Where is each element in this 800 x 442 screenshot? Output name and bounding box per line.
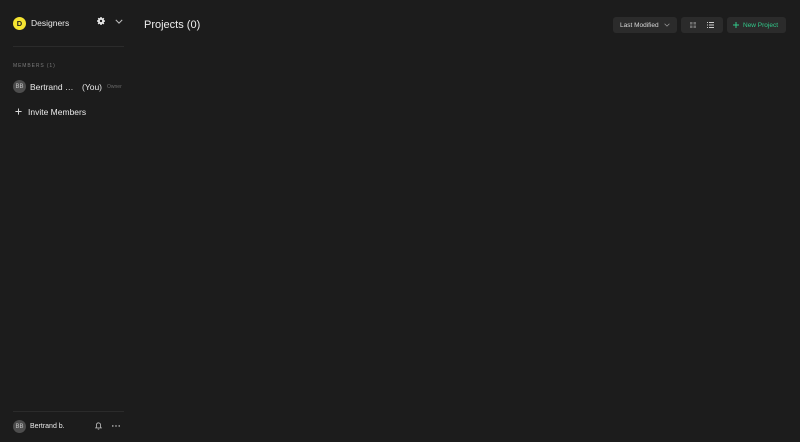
member-row[interactable]: BB Bertrand br... (You) Owner xyxy=(13,80,125,93)
chevron-down-icon[interactable] xyxy=(115,18,123,25)
sort-dropdown[interactable]: Last Modified xyxy=(613,17,677,33)
new-project-label: New Project xyxy=(743,21,779,29)
members-section-label: MEMBERS (1) xyxy=(13,63,56,69)
sidebar-divider xyxy=(13,46,124,47)
gear-icon[interactable] xyxy=(97,17,105,25)
more-dots-icon[interactable] xyxy=(112,425,120,427)
team-name: Designers xyxy=(31,18,70,28)
page-title: Projects (0) xyxy=(144,19,201,31)
current-user-name: Bertrand b. xyxy=(30,423,65,430)
invite-members-label: Invite Members xyxy=(28,106,87,117)
grid-view-icon[interactable] xyxy=(690,22,696,28)
invite-members-button[interactable]: Invite Members xyxy=(15,106,86,117)
list-view-icon[interactable] xyxy=(707,22,714,28)
sidebar: D Designers MEMBERS (1) BB Bertrand br..… xyxy=(0,0,132,442)
view-toggle xyxy=(681,17,723,33)
team-switcher[interactable]: D Designers xyxy=(13,16,125,30)
sidebar-divider xyxy=(13,411,124,412)
plus-icon xyxy=(15,108,22,115)
chevron-down-icon xyxy=(664,23,670,27)
member-you-tag: (You) xyxy=(82,81,103,92)
avatar: BB xyxy=(13,80,26,93)
bell-icon[interactable] xyxy=(95,422,102,430)
member-name: Bertrand br... xyxy=(30,81,77,92)
current-user[interactable]: BB Bertrand b. xyxy=(13,420,125,433)
sort-label: Last Modified xyxy=(620,21,659,29)
avatar: BB xyxy=(13,420,26,433)
new-project-button[interactable]: New Project xyxy=(727,17,786,33)
plus-icon xyxy=(733,22,739,28)
member-role: Owner xyxy=(107,83,122,90)
team-avatar: D xyxy=(13,16,26,30)
